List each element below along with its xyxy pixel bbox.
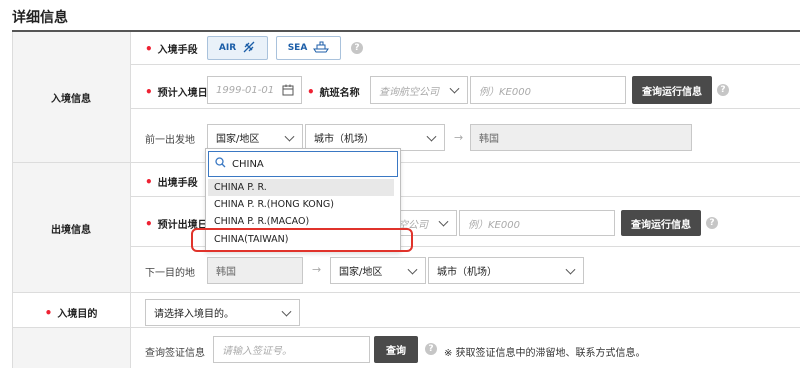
visa-number-input[interactable]: 请输入签证号。: [213, 336, 370, 363]
prev-country-select[interactable]: 国家/地区: [207, 124, 303, 151]
next-destination-label: 下一目的地: [145, 268, 195, 279]
entry-date-label: • 预计入境日: [145, 85, 208, 99]
prev-city-select[interactable]: 城市（机场）: [305, 124, 445, 151]
mode-sea-button[interactable]: SEA: [276, 36, 341, 60]
country-search-input[interactable]: CHINA: [208, 151, 398, 177]
entry-mode-label: • 入境手段: [145, 42, 198, 56]
page-title: 详细信息: [12, 10, 68, 26]
prev-departure-label: 前一出发地: [145, 135, 195, 146]
help-icon[interactable]: ?: [351, 42, 363, 54]
search-icon: [215, 157, 226, 171]
purpose-section-label: • 入境目的: [44, 306, 98, 320]
calendar-icon[interactable]: [282, 84, 294, 99]
arrow-right-icon: →: [312, 263, 322, 276]
mode-air-button[interactable]: AIR: [207, 36, 268, 60]
exit-origin-field: 韩国: [207, 257, 303, 284]
country-option[interactable]: CHINA P. R.(HONG KONG): [208, 196, 394, 213]
next-country-select[interactable]: 国家/地区: [330, 257, 426, 284]
visa-note: ※ 获取签证信息中的滞留地、联系方式信息。: [444, 348, 646, 359]
visa-query-label: 查询签证信息: [145, 348, 205, 359]
section-label-bg: [12, 327, 130, 368]
visa-query-button[interactable]: 查询: [374, 336, 418, 363]
arrow-right-icon: →: [454, 131, 464, 144]
entry-section-label: 入境信息: [51, 94, 91, 105]
airplane-icon: [242, 40, 256, 57]
help-icon[interactable]: ?: [717, 84, 729, 96]
entry-airline-select[interactable]: 查询航空公司: [370, 76, 468, 104]
entry-query-flight-button[interactable]: 查询运行信息: [632, 76, 712, 104]
exit-query-flight-button[interactable]: 查询运行信息: [621, 210, 701, 236]
exit-flight-input[interactable]: 例）KE000: [459, 210, 615, 236]
entry-flight-input[interactable]: 例）KE000: [470, 76, 626, 104]
highlight-box: [191, 228, 413, 252]
next-city-select[interactable]: 城市（机场）: [428, 257, 584, 284]
help-icon[interactable]: ?: [706, 217, 718, 229]
entry-date-input[interactable]: 1999-01-01: [207, 76, 302, 104]
country-option[interactable]: CHINA P. R.: [208, 179, 394, 196]
entry-destination-field: 韩国: [470, 124, 692, 151]
exit-section-label: 出境信息: [51, 225, 91, 236]
purpose-select[interactable]: 请选择入境目的。: [145, 299, 300, 326]
exit-mode-label: • 出境手段: [145, 175, 198, 189]
ship-icon: [313, 41, 330, 56]
help-icon[interactable]: ?: [425, 343, 437, 355]
flight-name-label: • 航班名称: [307, 85, 360, 99]
